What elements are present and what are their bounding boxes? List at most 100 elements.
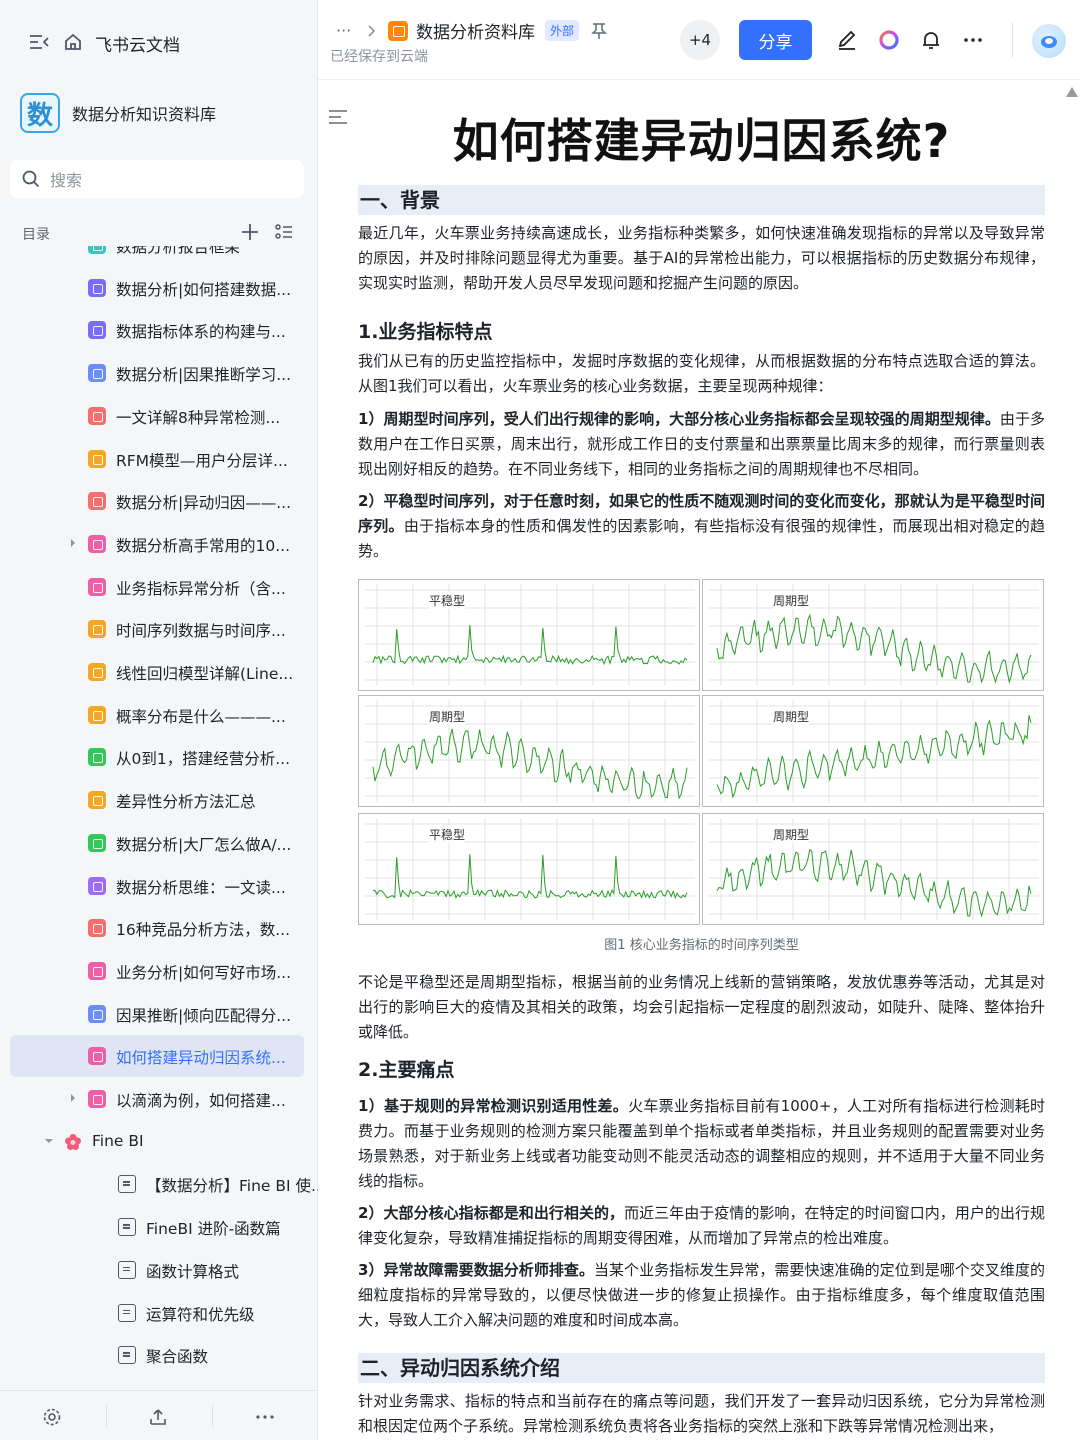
toc-item[interactable]: RFM模型—用户分层详... [10,438,304,480]
toc-item[interactable]: 以滴滴为例，如何搭建... [10,1078,304,1120]
toc-item-label: 业务分析|如何写好市场... [116,963,292,982]
toc-item[interactable]: 线性回归模型详解(Line... [10,651,304,693]
outline-icon[interactable] [328,109,348,125]
stationary-rest: 由于指标本身的性质和偶发性的因素影响，有些指标没有很强的规律性，而展现出相对稳定… [358,517,1045,560]
sidebar-footer [0,1390,318,1440]
home-icon[interactable] [63,32,83,52]
time-series-plot [365,818,695,920]
caret-right-icon[interactable] [68,538,78,548]
toc-item[interactable]: 聚合函数 [40,1334,318,1376]
toc-item[interactable]: 数据分析|如何搭建数据... [10,267,304,309]
toc-item[interactable]: 数据分析高手常用的10... [10,523,304,565]
time-series-panel: 平稳型 [358,813,700,925]
heading-background: 一、背景 [358,185,1045,215]
doc-type-icon [88,278,106,297]
caret-right-icon[interactable] [68,1093,78,1103]
add-icon[interactable] [240,222,260,242]
caret-down-icon[interactable] [44,1136,54,1146]
paragraph-fluctuation: 不论是平稳型还是周期型指标，根据当前的业务情况上线新的营销策略，发放优惠券等活动… [358,973,1045,1041]
doc-type-icon [88,791,106,810]
toc-item[interactable]: 业务指标异常分析（含... [10,566,304,608]
assistant-avatar[interactable] [1032,24,1066,58]
space-header[interactable]: 数 数据分析知识资料库 [20,92,216,134]
share-button[interactable]: 分享 [739,20,812,60]
toc-item[interactable]: 从0到1，搭建经营分析... [10,736,304,778]
toc-item[interactable]: 业务分析|如何写好市场... [10,950,304,992]
top-header: ··· 数据分析资料库 外部 已经保存到云端 +4 分享 [318,0,1080,80]
toc-item-label: RFM模型—用户分层详... [116,451,288,470]
doc-type-icon [88,876,106,895]
toc-item[interactable]: 运算符和优先级 [40,1292,318,1334]
toc-item[interactable]: 如何搭建异动归因系统... [10,1035,304,1078]
paragraph-pain-2: 2）大部分核心指标都是和出行相关的，而近三年由于疫情的影响，在特定的时间窗口内，… [358,1201,1045,1251]
toc-item[interactable]: 数据分析|因果推断学习... [10,352,304,394]
toc-item[interactable]: 【数据分析】Fine BI 使... [40,1163,318,1205]
toc-item[interactable]: 差异性分析方法汇总 [10,779,304,821]
doc-type-icon [88,961,106,980]
brand-name[interactable]: 飞书云文档 [95,31,180,56]
more-options-icon[interactable] [961,28,985,52]
toc-item-label: 概率分布是什么———... [116,707,286,726]
doc-type-icon [88,406,106,425]
toc-item[interactable]: 数据分析思维：一文读... [10,865,304,907]
share-export-icon[interactable] [148,1407,168,1427]
toc-item-label: 数据指标体系的构建与... [116,323,286,342]
toc-header: 目录 [22,222,302,244]
toc-item-label: 数据分析|如何搭建数据... [116,280,292,299]
doc-title-crumb[interactable]: 数据分析资料库 [416,18,535,43]
list-view-icon[interactable] [274,222,294,242]
collaborators-count[interactable]: +4 [680,20,720,60]
toc-item-label: 数据分析|大厂怎么做A/... [116,835,292,854]
toc-item[interactable]: 16种竞品分析方法，数... [10,907,304,949]
notification-bell-icon[interactable] [919,28,943,52]
toc-item[interactable]: Fine BI [10,1121,304,1163]
toc-item[interactable]: 函数计算格式 [40,1249,318,1291]
breadcrumb-more[interactable]: ··· [336,21,358,40]
paragraph-stationary: 2）平稳型时间序列，对于任意时刻，如果它的性质不随观测时间的变化而变化，那就认为… [358,489,1045,564]
toc-item[interactable]: 数据指标体系的构建与... [10,309,304,351]
toc-item[interactable]: 因果推断|倾向匹配得分... [10,993,304,1035]
more-icon[interactable] [255,1407,275,1427]
doc-type-icon [88,833,106,852]
scroll-up-arrow[interactable] [1066,87,1078,97]
panel-label: 周期型 [773,826,810,843]
edit-icon[interactable] [835,28,859,52]
toc-item-label: 如何搭建异动归因系统... [116,1049,286,1068]
toc-item[interactable]: 时间序列数据与时间序... [10,608,304,650]
doc-type-icon [88,246,106,254]
doc-type-icon [88,663,106,681]
doc-type-icon [88,534,106,553]
sidebar: 飞书云文档 数 数据分析知识资料库 搜索 目录 数据分析报告框架数据分析|如何搭… [0,0,318,1440]
footer-divider [106,1405,107,1427]
time-series-plot [365,584,695,686]
time-series-panel: 周期型 [702,579,1044,691]
toc-item-label: 16种竞品分析方法，数... [116,921,291,940]
toc-item[interactable]: 一文详解8种异常检测... [10,395,304,437]
heading-business-metrics: 1.业务指标特点 [358,321,493,343]
search-input[interactable]: 搜索 [10,160,304,198]
space-name: 数据分析知识资料库 [72,105,217,124]
pain-3-bold: 3）异常故障需要数据分析师排查。 [358,1261,594,1279]
doc-type-icon [88,620,106,639]
paragraph-pain-1: 1）基于规则的异常检测识别适用性差。火车票业务指标目前有1000+，人工对所有指… [358,1094,1045,1194]
toc-item[interactable]: FineBI 进阶-函数篇 [40,1206,318,1248]
doc-type-icon [88,492,106,511]
toc-item-label: 线性回归模型详解(Line... [116,665,294,683]
paragraph-system-intro: 针对业务需求、指标的特点和当前存在的痛点等问题，我们开发了一套异动归因系统，它分… [358,1392,1045,1435]
toc-item[interactable]: 数据分析报告框架 [10,246,304,266]
page-title: 如何搭建异动归因系统? [452,114,951,168]
toc-item[interactable]: 数据分析|异动归因——... [10,480,304,522]
document-icon [118,1260,136,1279]
panel-label: 周期型 [773,592,810,609]
save-status: 已经保存到云端 [330,49,428,65]
toc-item-label: 以滴滴为例，如何搭建... [116,1092,286,1110]
settings-icon[interactable] [42,1407,62,1427]
toc-item[interactable]: 概率分布是什么———... [10,694,304,736]
pin-icon[interactable] [591,22,607,40]
toc-item-label: 业务指标异常分析（含... [116,579,286,598]
time-series-plot [709,700,1039,802]
time-series-plot [709,584,1039,686]
toc-item[interactable]: 数据分析|大厂怎么做A/... [10,822,304,864]
collapse-sidebar-icon[interactable] [28,32,50,52]
ai-assistant-icon[interactable] [877,28,901,52]
